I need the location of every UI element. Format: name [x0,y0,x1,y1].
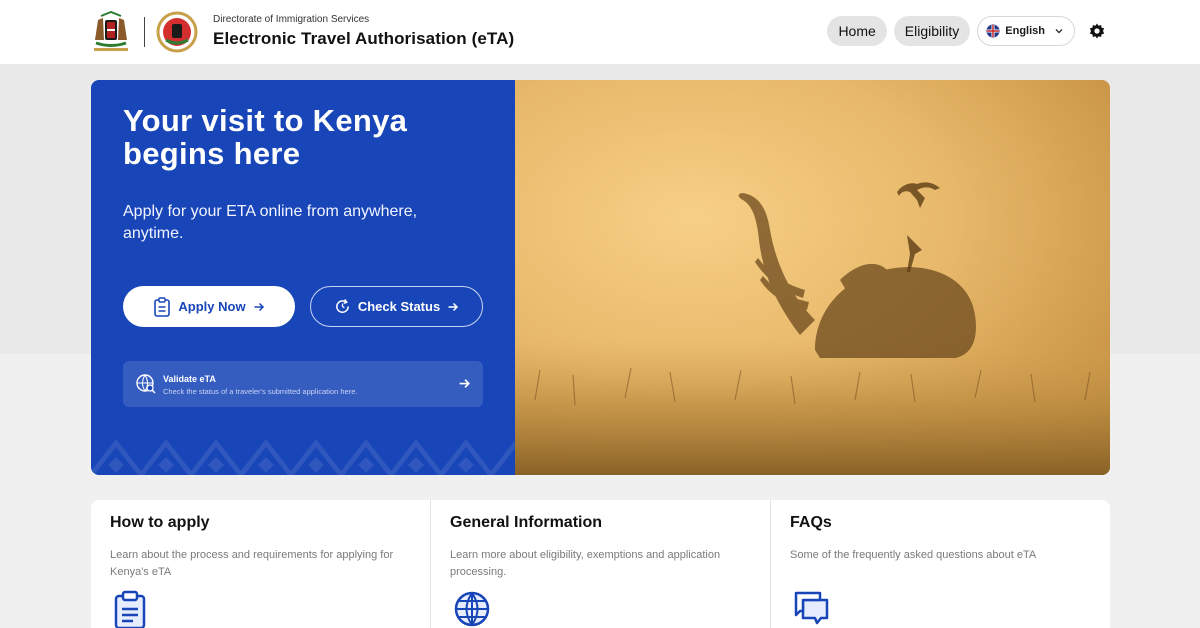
validate-eta-title: Validate eTA [163,374,216,384]
arrow-right-icon [459,379,470,388]
chevron-down-icon [1055,29,1063,34]
faqs-card[interactable]: FAQs Some of the frequently asked questi… [771,500,1110,628]
hero-title-line: begins here [123,136,301,171]
chat-icon [794,591,829,625]
kenya-coat-of-arms-logo [94,10,128,51]
check-status-label: Check Status [357,299,441,314]
brand-logos[interactable] [88,10,199,54]
refresh-icon [335,299,349,313]
hero-description: Apply for your ETA online from anywhere,… [123,203,418,242]
elephant-savanna-illustration [515,182,1110,475]
decorative-pattern [91,438,515,475]
validate-eta-card[interactable]: Validate eTA Check the status of a trave… [123,361,483,407]
card-description: Learn about the process and requirements… [110,549,394,578]
globe-icon [454,591,490,627]
language-label: English [1005,25,1045,37]
site-header: Directorate of Immigration Services Elec… [0,0,1200,64]
card-description: Some of the frequently asked questions a… [790,549,1037,561]
language-selector[interactable]: English [977,16,1075,46]
info-cards: How to apply Learn about the process and… [91,500,1110,628]
how-to-apply-card[interactable]: How to apply Learn about the process and… [91,500,431,628]
site-title: Electronic Travel Authorisation (eTA) [213,29,515,48]
hero-banner: Your visit to Kenya begins here Apply fo… [91,80,1110,475]
general-information-card[interactable]: General Information Learn more about eli… [431,500,771,628]
arrow-right-icon [448,302,459,311]
check-status-button[interactable]: Check Status [310,286,483,327]
directorate-subtitle: Directorate of Immigration Services [213,14,370,25]
nav-home-button[interactable]: Home [827,16,887,46]
card-title: General Information [450,514,603,531]
card-description: Learn more about eligibility, exemptions… [450,549,721,578]
card-title: FAQs [790,514,832,531]
globe-search-icon [136,374,156,394]
brand-divider [144,17,145,47]
uk-flag-icon [986,24,1000,38]
apply-now-label: Apply Now [178,299,246,314]
immigration-services-emblem [156,11,198,53]
top-nav: Home Eligibility English [827,16,1112,46]
apply-now-button[interactable]: Apply Now [123,286,295,327]
arrow-right-icon [254,302,264,311]
card-title: How to apply [110,514,210,531]
hero-title-line: Your visit to Kenya [123,103,408,138]
validate-eta-description: Check the status of a traveler's submitt… [163,387,358,396]
gear-icon [1089,23,1105,39]
clipboard-icon [154,296,171,317]
hero-title: Your visit to Kenya begins here [123,104,407,170]
hero-photo [515,80,1110,475]
brand-text: Directorate of Immigration Services Elec… [213,14,514,49]
clipboard-icon [114,590,146,628]
hero-panel: Your visit to Kenya begins here Apply fo… [91,80,515,475]
nav-eligibility-button[interactable]: Eligibility [893,16,971,46]
settings-button[interactable] [1082,16,1112,46]
